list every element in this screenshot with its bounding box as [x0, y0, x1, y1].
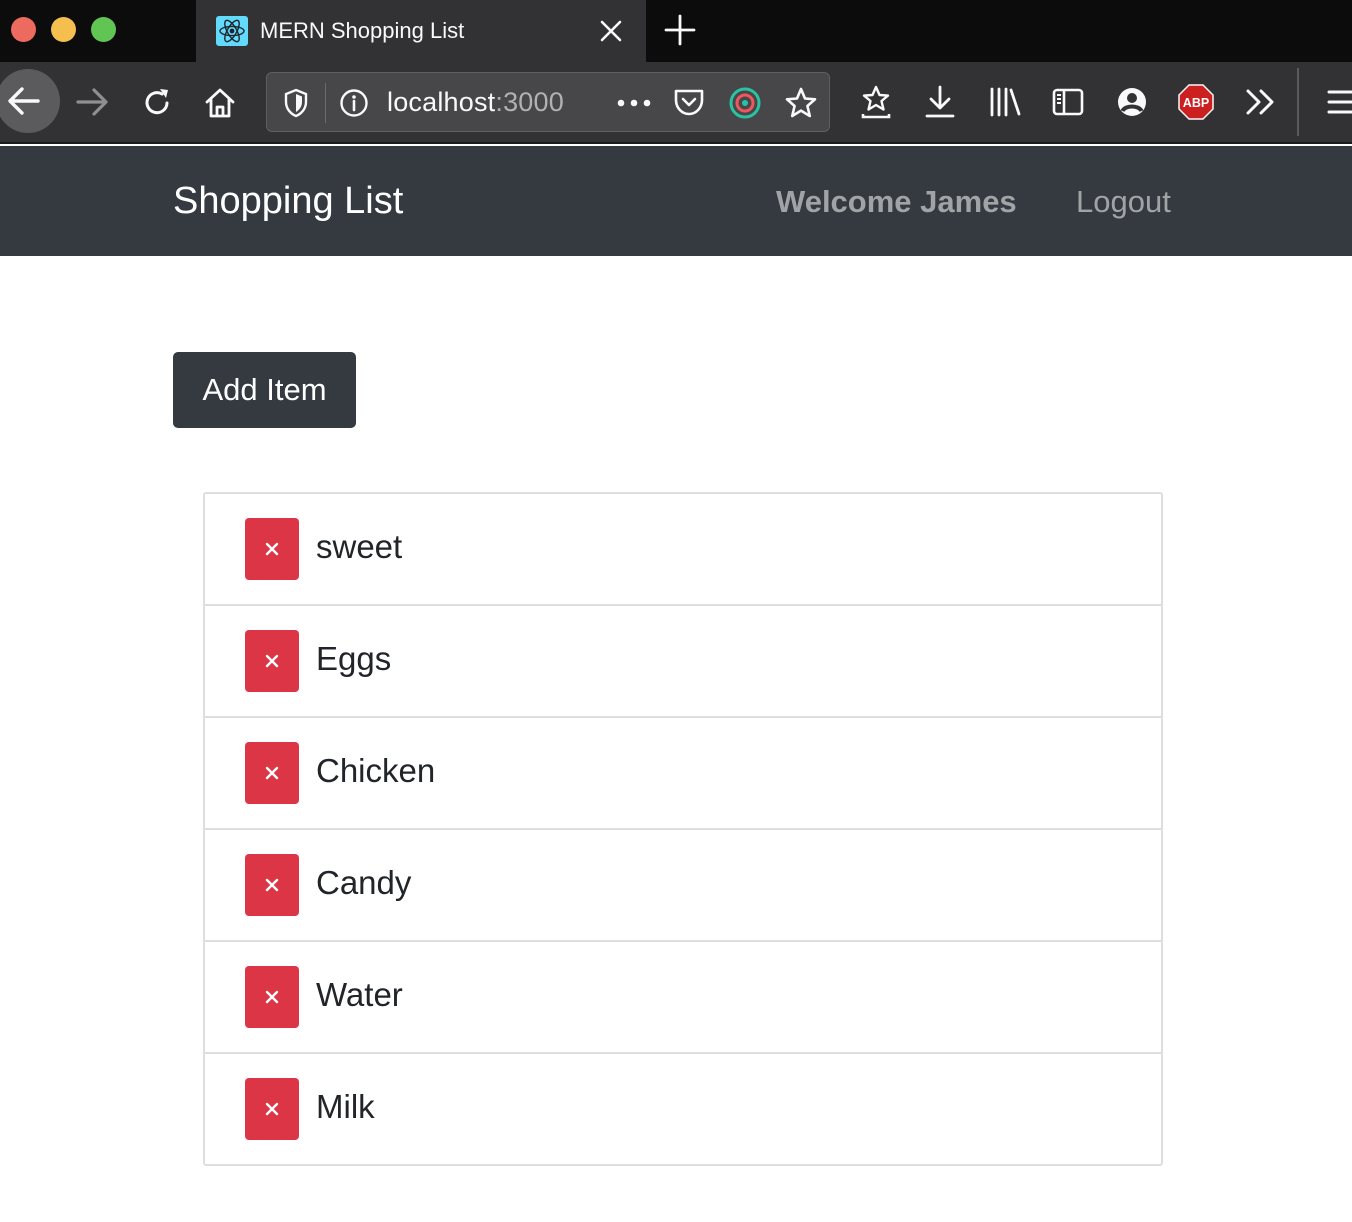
list-item: Chicken	[205, 718, 1161, 830]
delete-item-button[interactable]	[245, 518, 299, 580]
back-button[interactable]	[0, 69, 60, 133]
browser-toolbar: localhost:3000 ABP	[0, 62, 1352, 144]
item-name: Milk	[316, 1088, 375, 1125]
new-tab-icon[interactable]	[662, 12, 698, 48]
delete-item-button[interactable]	[245, 630, 299, 692]
list-item: Candy	[205, 830, 1161, 942]
list-item: Eggs	[205, 606, 1161, 718]
item-name: sweet	[316, 528, 403, 565]
react-icon	[216, 16, 248, 46]
toolbar-divider	[1297, 68, 1299, 136]
delete-item-button[interactable]	[245, 854, 299, 916]
item-name: Water	[316, 976, 403, 1013]
list-item: Milk	[205, 1054, 1161, 1164]
url-port: :3000	[495, 87, 564, 117]
window-zoom-button[interactable]	[91, 17, 116, 42]
bookmarks-menu-icon[interactable]	[860, 84, 892, 120]
item-name: Candy	[316, 864, 412, 901]
arrow-left-icon	[8, 87, 40, 115]
list-item: Water	[205, 942, 1161, 1054]
adblock-label: ABP	[1183, 96, 1209, 110]
item-name: Eggs	[316, 640, 392, 677]
hamburger-menu-icon[interactable]	[1326, 88, 1352, 116]
tab-close-icon[interactable]	[596, 14, 626, 48]
welcome-text: Welcome James	[776, 184, 1017, 219]
delete-item-button[interactable]	[245, 742, 299, 804]
brand-link[interactable]: Shopping List	[173, 180, 403, 223]
sidebar-icon[interactable]	[1052, 86, 1084, 118]
extension-target-icon[interactable]	[728, 86, 762, 120]
list-item: sweet	[205, 494, 1161, 606]
app-navbar: Shopping List Welcome James Logout	[0, 146, 1352, 256]
browser-tab-bar: MERN Shopping List	[0, 0, 1352, 62]
download-icon[interactable]	[924, 84, 956, 120]
library-icon[interactable]	[988, 86, 1022, 118]
home-icon[interactable]	[203, 86, 237, 120]
close-icon	[265, 542, 279, 556]
window-minimize-button[interactable]	[51, 17, 76, 42]
close-icon	[265, 1102, 279, 1116]
url-divider	[325, 83, 326, 123]
url-host: localhost	[387, 87, 496, 117]
tab-title: MERN Shopping List	[260, 18, 465, 43]
reload-icon[interactable]	[140, 86, 174, 120]
item-name: Chicken	[316, 752, 436, 789]
pocket-icon[interactable]	[673, 87, 705, 117]
info-icon[interactable]	[339, 88, 369, 118]
logout-link[interactable]: Logout	[1076, 184, 1171, 220]
star-icon[interactable]	[784, 86, 818, 120]
url-bar[interactable]: localhost:3000	[266, 72, 830, 132]
forward-icon[interactable]	[74, 86, 110, 118]
browser-tab[interactable]: MERN Shopping List	[196, 0, 646, 62]
url-text[interactable]: localhost:3000	[387, 87, 564, 118]
adblock-icon[interactable]: ABP	[1178, 84, 1214, 120]
shield-icon[interactable]	[283, 88, 309, 118]
close-icon	[265, 878, 279, 892]
add-item-button[interactable]: Add Item	[173, 352, 356, 428]
shopping-list: sweet Eggs Chicken Candy Water Milk	[203, 492, 1163, 1166]
delete-item-button[interactable]	[245, 1078, 299, 1140]
close-icon	[265, 766, 279, 780]
overflow-chevron-icon[interactable]	[1244, 88, 1278, 116]
window-close-button[interactable]	[11, 17, 36, 42]
close-icon	[265, 654, 279, 668]
close-icon	[265, 990, 279, 1004]
delete-item-button[interactable]	[245, 966, 299, 1028]
account-icon[interactable]	[1116, 86, 1148, 118]
more-actions-icon[interactable]	[617, 98, 651, 108]
